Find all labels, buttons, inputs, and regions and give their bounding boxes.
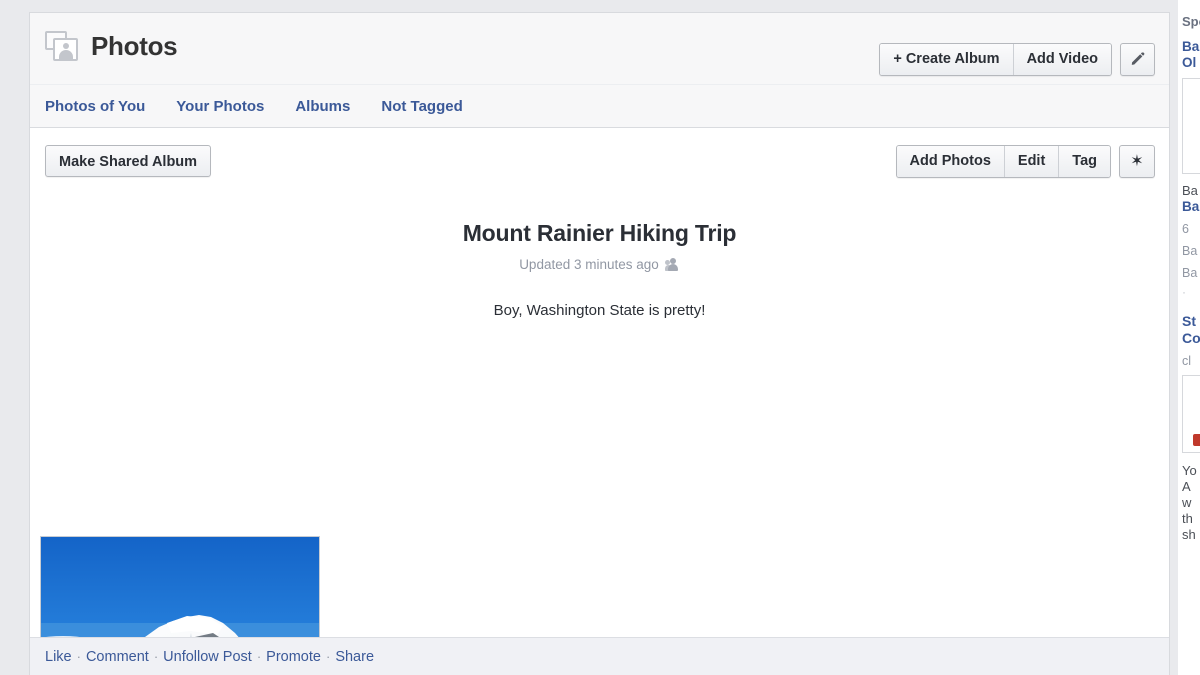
sponsored-heading: Sponsored [1182, 14, 1200, 29]
album-body: Mount Rainier Hiking Trip Updated 3 minu… [30, 198, 1169, 675]
ad-two-image[interactable] [1182, 375, 1200, 453]
ad-one-link[interactable]: Ba [1182, 199, 1200, 215]
ad-two-body-line-3: w [1182, 495, 1192, 510]
album-button-group: Add Photos Edit Tag [895, 145, 1111, 178]
album-settings-button[interactable]: ✶ [1119, 145, 1155, 178]
unfollow-post-link[interactable]: Unfollow Post [163, 649, 252, 665]
tab-not-tagged[interactable]: Not Tagged [381, 98, 462, 115]
ad-two-title-line-2[interactable]: Co [1182, 330, 1200, 347]
action-separator: · [325, 649, 331, 664]
add-photos-button[interactable]: Add Photos [896, 146, 1004, 177]
edit-photos-button[interactable] [1120, 43, 1155, 76]
ad-two-body-line-1: Yo [1182, 463, 1197, 478]
tab-your-photos[interactable]: Your Photos [176, 98, 264, 115]
album-meta: Updated 3 minutes ago [30, 257, 1169, 272]
promote-link[interactable]: Promote [266, 649, 321, 665]
tag-album-button[interactable]: Tag [1058, 146, 1110, 177]
photos-header-left: Photos [45, 31, 178, 61]
person-head-shape [62, 43, 69, 49]
ad-two-body-line-5: sh [1182, 527, 1196, 542]
ad-two-badge-icon [1193, 434, 1200, 446]
page-title: Photos [91, 31, 178, 61]
photos-header-actions: + Create Album Add Video [879, 43, 1155, 76]
comment-link[interactable]: Comment [86, 649, 149, 665]
album-toolbar: Make Shared Album Add Photos Edit Tag ✶ [30, 128, 1169, 198]
album-toolbar-left: Make Shared Album [45, 145, 212, 177]
rail-divider-dot: · [1182, 285, 1186, 299]
photos-nav: Photos of You Your Photos Albums Not Tag… [30, 85, 1169, 128]
ad-two-title-line-1[interactable]: St [1182, 313, 1200, 330]
edit-album-button[interactable]: Edit [1003, 146, 1059, 177]
header-button-group: + Create Album Add Video [879, 43, 1112, 76]
person-body-shape [58, 50, 73, 59]
privacy-person-front-body [667, 264, 678, 271]
screen-root: Photos + Create Album Add Video Photos o… [0, 0, 1200, 675]
share-link[interactable]: Share [335, 649, 374, 665]
action-separator: · [256, 649, 262, 664]
album-caption: Boy, Washington State is pretty! [493, 302, 706, 319]
like-link[interactable]: Like [45, 649, 72, 665]
ad-two-body-line-4: th [1182, 511, 1193, 526]
tab-photos-of-you[interactable]: Photos of You [45, 98, 145, 115]
album-title: Mount Rainier Hiking Trip [462, 220, 737, 246]
action-separator: · [153, 649, 159, 664]
ad-one-stats-line-3: Ba [1182, 266, 1198, 280]
ad-one-title-line-2[interactable]: Ol [1182, 55, 1200, 71]
post-actions-bar: Like · Comment · Unfollow Post · Promote… [30, 637, 1169, 675]
make-shared-album-button[interactable]: Make Shared Album [45, 145, 212, 177]
ad-two-subtitle: cl [1182, 354, 1192, 368]
create-album-button[interactable]: + Create Album [880, 44, 1013, 75]
ad-one-stats-line-1: 6 [1182, 222, 1189, 236]
ad-one-stats-line-2: Ba [1182, 244, 1198, 258]
right-sidebar-inner: Sponsored Ba Ol Ba da sp an Ba 6 Ba Ba ·… [1178, 0, 1200, 543]
photos-stack-icon [45, 31, 78, 61]
right-sidebar: Sponsored Ba Ol Ba da sp an Ba 6 Ba Ba ·… [1178, 0, 1200, 675]
album-toolbar-right: Add Photos Edit Tag ✶ [895, 145, 1155, 178]
photo-frame-front [53, 38, 78, 61]
ad-one-image[interactable] [1182, 78, 1200, 174]
photos-page-card: Photos + Create Album Add Video Photos o… [29, 12, 1170, 675]
add-video-button[interactable]: Add Video [1012, 44, 1111, 75]
album-updated-text: Updated 3 minutes ago [519, 257, 659, 272]
action-separator: · [76, 649, 81, 664]
gear-asterisk-icon: ✶ [1130, 152, 1144, 170]
tab-albums[interactable]: Albums [295, 98, 350, 115]
ad-one-body: Ba da sp an [1182, 183, 1200, 198]
friends-privacy-icon[interactable] [664, 258, 680, 271]
ad-two-body-line-2: A [1182, 479, 1191, 494]
photos-header: Photos + Create Album Add Video [30, 13, 1169, 85]
pencil-icon [1131, 52, 1144, 65]
ad-one-title-line-1[interactable]: Ba [1182, 39, 1200, 55]
